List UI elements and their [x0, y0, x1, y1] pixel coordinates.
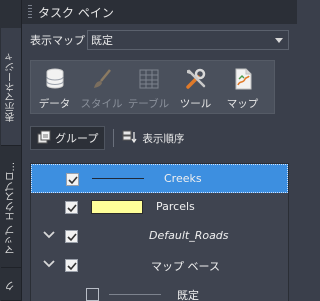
chevron-down-icon	[275, 38, 283, 43]
data-button-label: データ	[38, 98, 71, 110]
display-manager-toolbar: データ スタイル テーブル ツール マップ	[30, 60, 275, 114]
tab-map-explorer-label: マップ エクスプロ...	[5, 162, 17, 255]
map-button-label: マップ	[226, 98, 259, 110]
layer-item-default-roads[interactable]: Default_Roads	[31, 222, 288, 251]
line-symbol-icon	[92, 178, 144, 179]
tools-icon	[184, 67, 208, 91]
layer-name: 既定	[177, 289, 199, 301]
grip-icon[interactable]	[28, 5, 32, 19]
layer-list[interactable]: Creeks Parcels Default_Roads マップ ベース 既定	[30, 163, 289, 301]
data-button[interactable]: データ	[31, 61, 78, 113]
side-tab-strip: 表示マネージャ マップ エクスプロ... ク	[0, 0, 22, 301]
map-button[interactable]: マップ	[219, 61, 266, 113]
chevron-down-icon[interactable]	[43, 259, 55, 269]
tools-button[interactable]: ツール	[172, 61, 219, 113]
view-mode-bar: グループ 表示順序	[30, 126, 289, 150]
layer-name: Creeks	[164, 172, 202, 185]
style-button-label: スタイル	[80, 98, 123, 110]
tab-third[interactable]: ク	[1, 272, 21, 301]
brush-icon	[90, 67, 114, 91]
display-map-value: 既定	[91, 34, 113, 47]
style-button[interactable]: スタイル	[78, 61, 125, 113]
layer-item-creeks[interactable]: Creeks	[31, 164, 288, 193]
toolbar-separator	[113, 129, 115, 147]
database-icon	[43, 67, 67, 91]
group-view-label: グループ	[55, 132, 99, 145]
tools-button-label: ツール	[179, 98, 212, 110]
layer-name: マップ ベース	[151, 260, 220, 273]
chevron-down-icon[interactable]	[43, 230, 55, 240]
draw-order-button[interactable]: 表示順序	[122, 130, 184, 147]
line-symbol-icon	[109, 294, 161, 295]
tab-display-manager-label: 表示マネージャ	[5, 51, 17, 122]
tab-display-manager[interactable]: 表示マネージャ	[1, 28, 21, 146]
task-pane: タスク ペイン 表示マップ 既定 データ スタイル テーブル ツール マップ グ…	[22, 0, 297, 301]
fill-symbol-icon	[91, 200, 143, 214]
group-view-button[interactable]: グループ	[30, 126, 106, 150]
layer-visibility-checkbox[interactable]	[65, 259, 78, 272]
layer-item-parcels[interactable]: Parcels	[31, 193, 288, 222]
table-button[interactable]: テーブル	[125, 61, 172, 113]
table-button-label: テーブル	[127, 98, 170, 110]
display-map-label: 表示マップ	[30, 34, 85, 47]
group-icon	[37, 130, 51, 147]
layer-visibility-checkbox[interactable]	[65, 230, 78, 243]
layer-visibility-checkbox[interactable]	[86, 288, 99, 301]
draw-order-label: 表示順序	[142, 132, 185, 145]
tab-third-label: ク	[5, 281, 17, 291]
task-pane-title: タスク ペイン	[38, 5, 114, 20]
table-icon	[137, 67, 161, 91]
layer-visibility-checkbox[interactable]	[66, 173, 79, 186]
layer-item-map-base[interactable]: マップ ベース	[31, 251, 288, 280]
map-icon	[231, 67, 255, 91]
display-map-row: 表示マップ 既定	[30, 30, 289, 50]
tab-map-explorer[interactable]: マップ エクスプロ...	[1, 150, 21, 268]
task-pane-titlebar[interactable]: タスク ペイン	[22, 0, 297, 24]
draw-order-icon	[122, 130, 138, 147]
layer-name: Parcels	[156, 200, 195, 213]
layer-name: Default_Roads	[149, 229, 229, 242]
display-map-select[interactable]: 既定	[87, 30, 289, 50]
layer-visibility-checkbox[interactable]	[65, 201, 78, 214]
layer-item-default[interactable]: 既定	[31, 280, 288, 301]
